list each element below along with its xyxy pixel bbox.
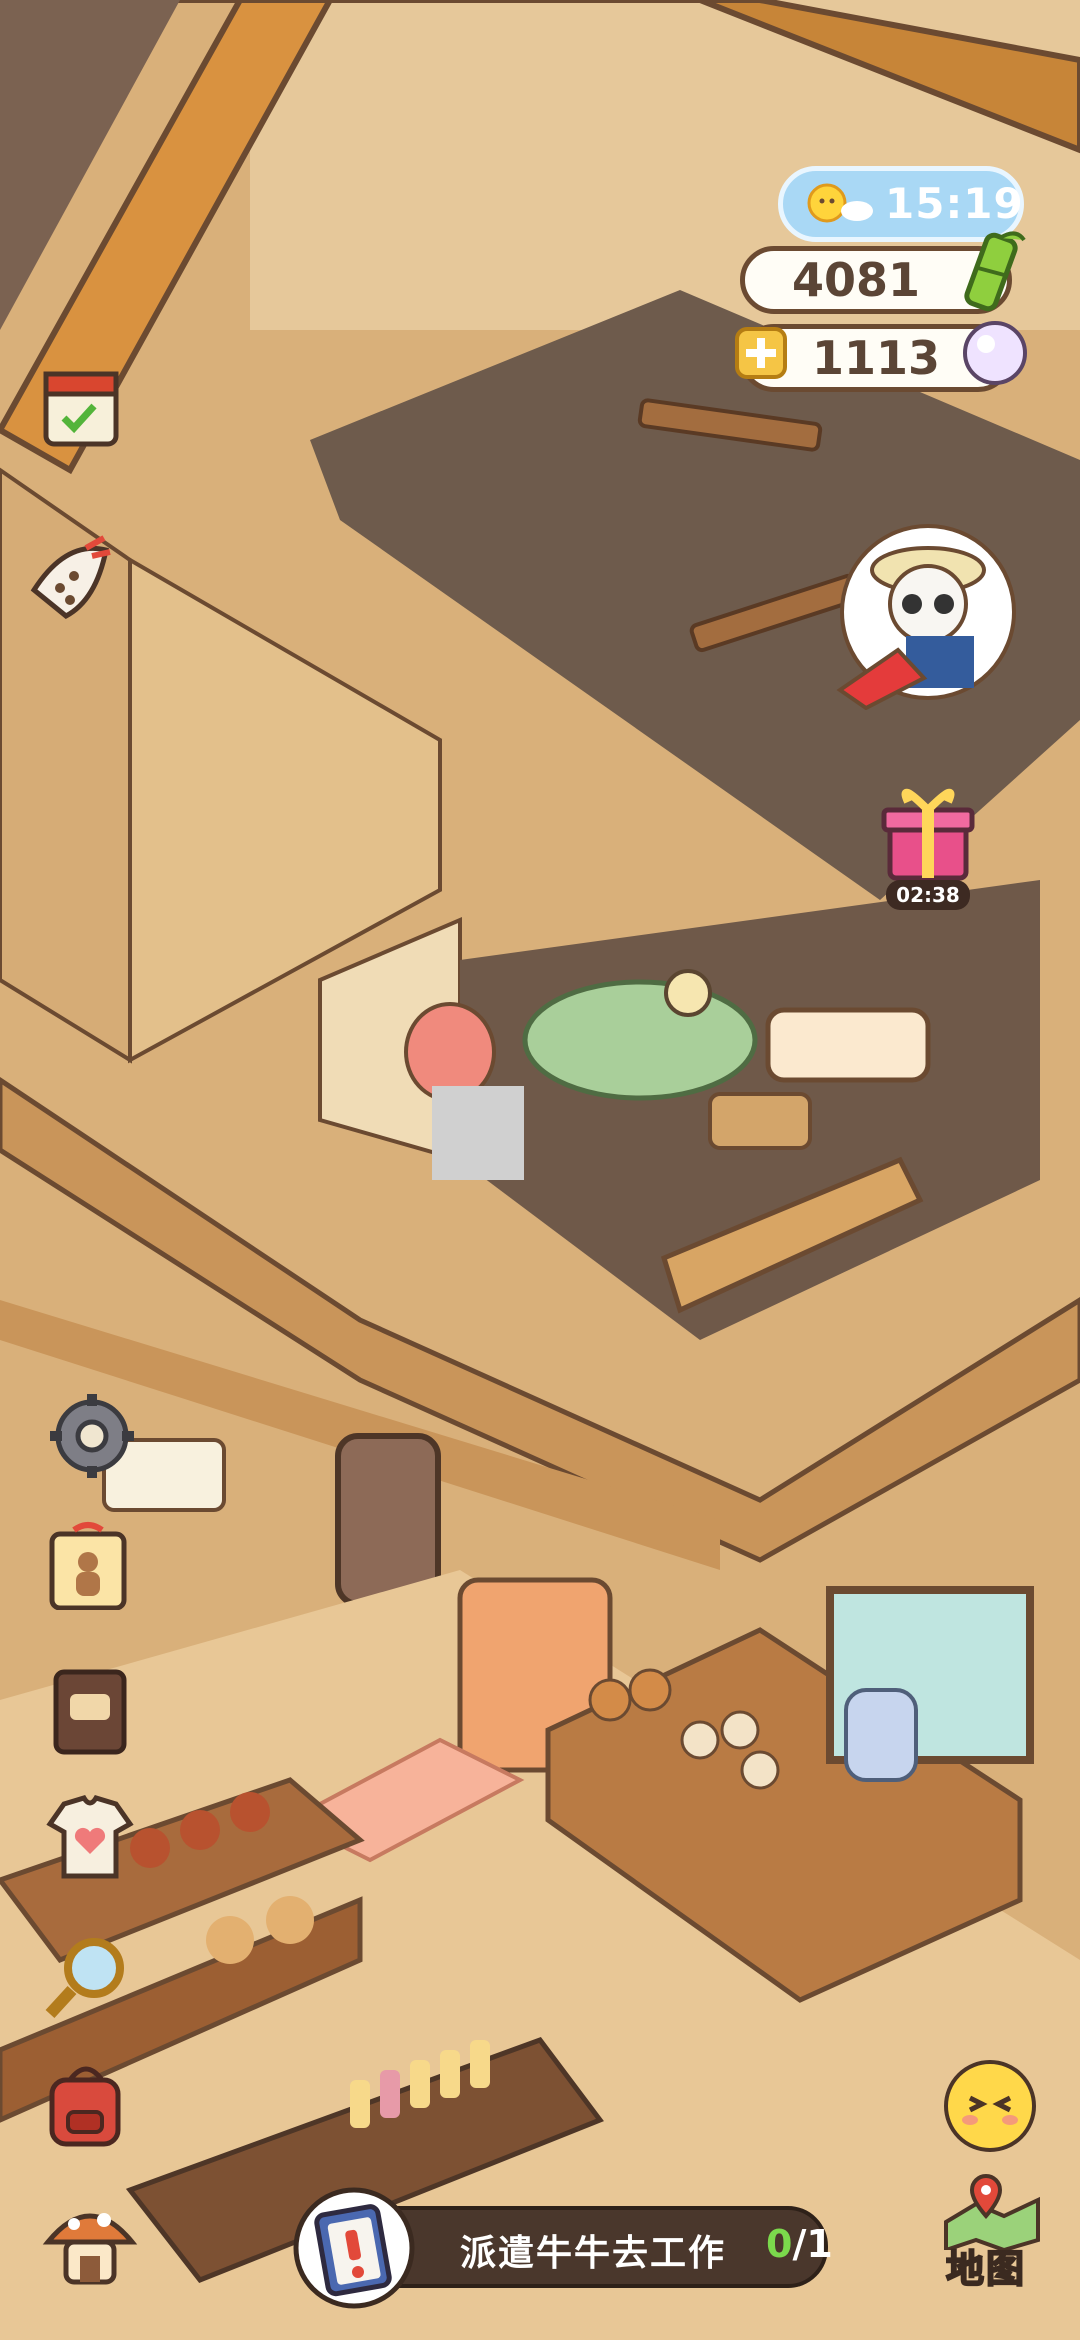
bed[interactable] [522, 979, 758, 1101]
sunny-cloud-icon [807, 183, 873, 223]
task-text: 派遣牛牛去工作 [460, 2233, 727, 2274]
pink-cat-character[interactable] [404, 1002, 496, 1102]
panda-farmer-avatar[interactable] [828, 520, 1028, 710]
backpack-icon[interactable] [40, 2060, 132, 2152]
magnifier-icon[interactable] [40, 1932, 132, 2024]
calendar-icon[interactable] [36, 360, 128, 452]
task-progress-done: 0 [766, 2222, 793, 2266]
map-button-label[interactable]: 地图 [945, 2238, 1026, 2293]
doorway[interactable] [335, 1433, 441, 1607]
bamboo-count: 4081 [791, 253, 921, 307]
plus-icon[interactable] [734, 326, 788, 380]
sofa[interactable] [765, 1007, 931, 1083]
clipboard-alert-icon[interactable] [292, 2186, 416, 2310]
gingerbread-tag-icon[interactable] [44, 1518, 136, 1610]
clock-time: 15:19 [885, 179, 1024, 228]
blueberry-jar[interactable] [844, 1688, 918, 1782]
pearl-icon [963, 321, 1027, 385]
smiley-face-icon[interactable] [942, 2058, 1038, 2154]
gear-icon[interactable] [46, 1390, 138, 1482]
sleeping-cat[interactable] [664, 969, 712, 1017]
gift-timer: 02:38 [886, 880, 970, 910]
stool[interactable] [708, 1092, 812, 1150]
task-progress-total: /1 [792, 2222, 833, 2266]
bamboo-icon [964, 231, 1026, 312]
mushroom-shop-icon[interactable] [40, 2190, 140, 2290]
shell-icon[interactable] [26, 530, 118, 622]
shirt-heart-icon[interactable] [44, 1790, 136, 1882]
recipe-book-icon[interactable] [44, 1664, 136, 1756]
pearl-count: 1113 [811, 331, 941, 385]
placeholder-block [432, 1086, 524, 1180]
task-progress: 0/1 [766, 2222, 833, 2266]
gift-box-icon[interactable] [876, 780, 980, 884]
